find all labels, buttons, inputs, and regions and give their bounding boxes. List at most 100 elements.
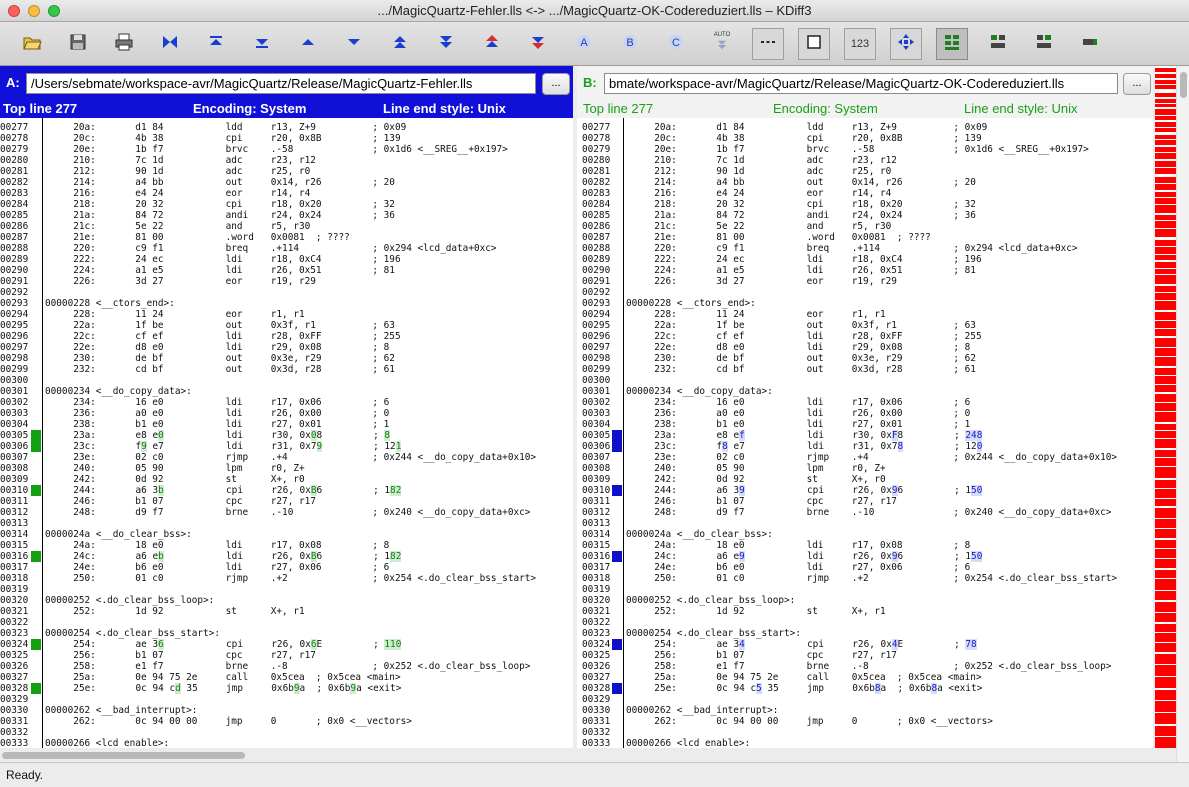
line-number: 00332: [582, 727, 611, 738]
vertical-scrollbar[interactable]: [1176, 66, 1189, 762]
code-line: 00332: [577, 727, 1153, 738]
overview-equal-segment: [1155, 268, 1176, 269]
diff-marker[interactable]: [31, 485, 41, 496]
code-text: 00000234 <__do_copy_data>:: [45, 386, 192, 397]
line-number: 00329: [0, 694, 29, 705]
line-number: 00290: [0, 265, 29, 276]
code-line: 00322: [0, 617, 573, 628]
code-text: 21a: 84 72 andi r24, 0x24 ; 36: [626, 210, 976, 221]
choose-b-button[interactable]: B: [614, 28, 646, 60]
diff-marker[interactable]: [31, 683, 41, 694]
prev-conflict-button[interactable]: [384, 28, 416, 60]
line-number: 00329: [582, 694, 611, 705]
code-text: 21c: 5e 22 and r5, r30: [626, 221, 892, 232]
code-line: 00311 246: b1 07 cpc r27, r17: [0, 496, 573, 507]
code-line: 00282 214: a4 bb out 0x14, r26 ; 20: [0, 177, 573, 188]
close-window-button[interactable]: [8, 5, 20, 17]
code-text: 220: c9 f1 breq .+114 ; 0x294 <lcd_data+…: [45, 243, 497, 254]
diff-marker[interactable]: [612, 485, 622, 496]
line-number: 00295: [0, 320, 29, 331]
window-b-button[interactable]: [1028, 28, 1060, 60]
code-line: 00297 22e: d8 e0 ldi r29, 0x08 ; 8: [577, 342, 1153, 353]
next-unsolved-button[interactable]: [522, 28, 554, 60]
line-number: 00287: [0, 232, 29, 243]
line-number: 00319: [0, 584, 29, 595]
prev-unsolved-button[interactable]: [476, 28, 508, 60]
line-number: 00318: [582, 573, 611, 584]
panel-a-path-input[interactable]: /Users/sebmate/workspace-avr/MagicQuartz…: [26, 73, 536, 94]
diff-overview-column[interactable]: [1155, 66, 1176, 748]
code-line: 00277 20a: d1 84 ldd r13, Z+9 ; 0x09: [577, 122, 1153, 133]
code-line: 00283 216: e4 24 eor r14, r4: [577, 188, 1153, 199]
code-line: 00320 00000252 <.do_clear_bss_loop>:: [0, 595, 573, 606]
line-number: 00279: [582, 144, 611, 155]
code-line: 00298 230: de bf out 0x3e, r29 ; 62: [0, 353, 573, 364]
choose-a-button[interactable]: A: [568, 28, 600, 60]
code-text: 20c: 4b 38 cpi r20, 0x8B ; 139: [626, 133, 982, 144]
code-line: 00309 242: 0d 92 st X+, r0: [0, 474, 573, 485]
minimize-window-button[interactable]: [28, 5, 40, 17]
code-line: 00284 218: 20 32 cpi r18, 0x20 ; 32: [577, 199, 1153, 210]
line-numbers-button[interactable]: 123: [844, 28, 876, 60]
diff-marker[interactable]: [612, 683, 622, 694]
window-c-button[interactable]: [1074, 28, 1106, 60]
overview-equal-segment: [1155, 159, 1176, 161]
code-line: 00296 22c: cf ef ldi r28, 0xFF ; 255: [0, 331, 573, 342]
code-line: 00325 256: b1 07 cpc r27, r17: [577, 650, 1153, 661]
panel-b-diff-view[interactable]: 00277 20a: d1 84 ldd r13, Z+9 ; 0x09 0027…: [577, 118, 1153, 748]
overview-equal-segment: [1155, 506, 1176, 508]
horizontal-scrollbar[interactable]: [0, 748, 1153, 762]
auto-solve-icon: [714, 38, 730, 57]
diff-marker[interactable]: [612, 551, 622, 562]
code-text: 25e: 0c 94 c5 35 jmp 0x6b8a ; 0x6b8a <ex…: [654, 683, 983, 694]
line-number: 00328: [582, 683, 611, 694]
diff-marker[interactable]: [612, 441, 622, 452]
line-number: 00297: [582, 342, 611, 353]
print-button[interactable]: [108, 28, 140, 60]
next-delta-button[interactable]: [338, 28, 370, 60]
show-whitespace-button[interactable]: [752, 28, 784, 60]
code-line: 00300: [577, 375, 1153, 386]
diff-marker[interactable]: [31, 639, 41, 650]
zoom-window-button[interactable]: [48, 5, 60, 17]
code-line: 00313: [577, 518, 1153, 529]
line-number: 00308: [0, 463, 29, 474]
auto-solve-button[interactable]: AUTO: [706, 28, 738, 60]
code-text: 254: ae 36 cpi r26, 0x6E ; 110: [73, 639, 402, 650]
next-conflict-button[interactable]: [430, 28, 462, 60]
save-button[interactable]: [62, 28, 94, 60]
panel-a-diff-view[interactable]: 00277 20a: d1 84 ldd r13, Z+9 ; 0x09 0027…: [0, 118, 573, 748]
open-button[interactable]: [16, 28, 48, 60]
go-top-button[interactable]: [200, 28, 232, 60]
line-number: 00311: [582, 496, 611, 507]
vertical-scrollbar-thumb[interactable]: [1180, 72, 1187, 98]
panel-b-path-input[interactable]: bmate/workspace-avr/MagicQuartz/Release/…: [604, 73, 1118, 94]
go-bottom-button[interactable]: [246, 28, 278, 60]
window-a-button[interactable]: [982, 28, 1014, 60]
panel-b-browse-button[interactable]: ...: [1123, 73, 1151, 95]
choose-c-button[interactable]: C: [660, 28, 692, 60]
save-icon: [68, 32, 88, 57]
code-text: 238: b1 e0 ldi r27, 0x01 ; 1: [626, 419, 971, 430]
show-whitespace-chars-button[interactable]: [798, 28, 830, 60]
code-text: 22a: 1f be out 0x3f, r1 ; 63: [626, 320, 976, 331]
code-line: 00328 25e: 0c 94 c5 35 jmp 0x6b8a ; 0x6b…: [577, 683, 1153, 694]
code-line: 00280 210: 7c 1d adc r23, r12: [577, 155, 1153, 166]
panel-a-browse-button[interactable]: ...: [542, 73, 570, 95]
diff-marker[interactable]: [31, 430, 41, 441]
overview-equal-segment: [1155, 498, 1176, 499]
code-line: 00317 24e: b6 e0 ldi r27, 0x06 ; 6: [577, 562, 1153, 573]
diff-marker[interactable]: [612, 430, 622, 441]
code-text: 24a: 18 e0 ldi r17, 0x08 ; 8: [45, 540, 390, 551]
diff-marker[interactable]: [31, 551, 41, 562]
prev-delta-button[interactable]: [292, 28, 324, 60]
line-number: 00304: [582, 419, 611, 430]
line-number: 00324: [582, 639, 611, 650]
split-horizontal-button[interactable]: [936, 28, 968, 60]
merge-button[interactable]: [154, 28, 186, 60]
overview-button[interactable]: [890, 28, 922, 60]
diff-marker[interactable]: [31, 441, 41, 452]
diff-marker[interactable]: [612, 639, 622, 650]
horizontal-scrollbar-thumb[interactable]: [2, 752, 245, 759]
code-line: 00331 262: 0c 94 00 00 jmp 0 ; 0x0 <__ve…: [577, 716, 1153, 727]
